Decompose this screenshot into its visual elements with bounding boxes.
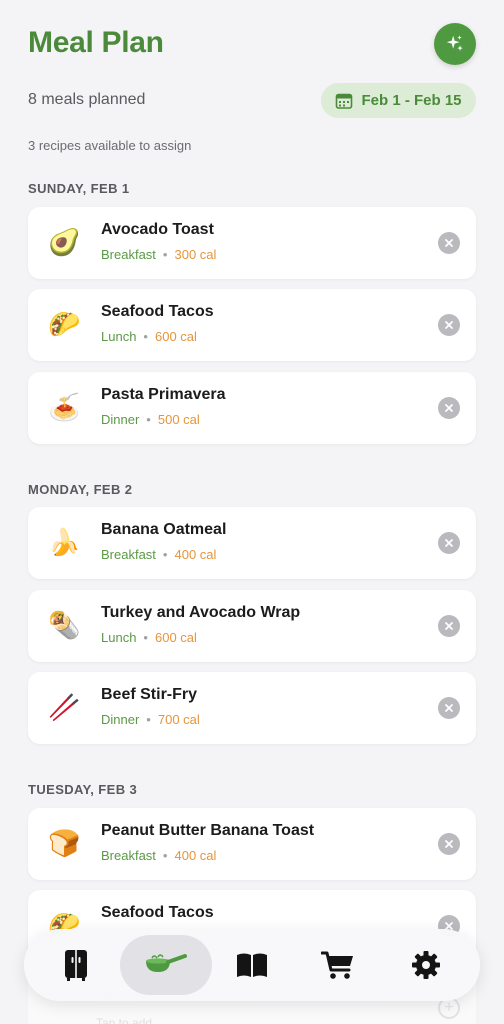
meal-card[interactable]: 🥑 Avocado Toast Breakfast • 300 cal — [28, 207, 476, 279]
calendar-icon — [336, 93, 353, 109]
separator-dot: • — [162, 547, 168, 562]
meal-type: Breakfast — [101, 247, 156, 262]
book-icon — [237, 953, 267, 977]
meal-calories: 600 cal — [154, 630, 197, 645]
separator-dot: • — [162, 247, 168, 262]
taco-icon: 🌮 — [48, 310, 81, 340]
page-title: Meal Plan — [28, 26, 164, 59]
separator-dot: • — [146, 412, 151, 427]
close-icon — [445, 840, 453, 848]
meal-plan-screen: Meal Plan 8 meals planned Feb 1 - Feb 15… — [0, 0, 504, 1024]
meal-type: Dinner — [101, 412, 140, 427]
close-icon — [445, 239, 453, 247]
meal-card[interactable]: 🌮 Seafood Tacos Lunch • 600 cal — [28, 289, 476, 361]
meal-meta: Lunch • 600 cal — [101, 630, 197, 645]
separator-dot: • — [143, 630, 148, 645]
tab-shopping[interactable] — [292, 935, 384, 995]
meal-name: Beef Stir-Fry — [101, 686, 198, 703]
meal-type: Lunch — [101, 329, 137, 344]
meal-card[interactable]: 🍞 Peanut Butter Banana Toast Breakfast • 4… — [28, 808, 476, 880]
close-icon — [445, 622, 453, 630]
day-header-sunday: SUNDAY, FEB 1 — [28, 181, 130, 196]
date-range-label: Feb 1 - Feb 15 — [361, 92, 462, 109]
tab-pantry[interactable] — [30, 935, 122, 995]
banana-icon: 🍌 — [48, 528, 81, 558]
meal-meta: Lunch • 600 cal — [101, 329, 197, 344]
fridge-icon — [65, 950, 87, 981]
close-icon — [445, 704, 453, 712]
meal-name: Pasta Primavera — [101, 386, 226, 403]
remove-meal-button[interactable] — [438, 532, 460, 554]
meal-meta: Breakfast • 400 cal — [101, 848, 216, 863]
meal-name: Banana Oatmeal — [101, 521, 227, 538]
meal-card[interactable]: 🥢 Beef Stir-Fry Dinner • 700 cal — [28, 672, 476, 744]
separator-dot: • — [143, 329, 148, 344]
meal-calories: 400 cal — [174, 848, 217, 863]
meal-meta: Breakfast • 300 cal — [101, 247, 216, 262]
header: Meal Plan — [0, 0, 504, 70]
chopsticks-icon: 🥢 — [48, 693, 81, 723]
close-icon — [445, 321, 453, 329]
pan-icon — [146, 954, 187, 972]
remove-meal-button[interactable] — [438, 615, 460, 637]
meal-type: Breakfast — [101, 547, 156, 562]
remove-meal-button[interactable] — [438, 833, 460, 855]
meal-name: Seafood Tacos — [101, 303, 214, 320]
sparkles-icon — [446, 35, 463, 51]
burrito-icon: 🌯 — [48, 611, 81, 641]
meal-type: Dinner — [101, 712, 140, 727]
meal-calories: 700 cal — [157, 712, 200, 727]
pasta-icon: 🍝 — [48, 393, 81, 423]
meal-calories: 500 cal — [157, 412, 200, 427]
day-header-tuesday: TUESDAY, FEB 3 — [28, 782, 138, 797]
meal-meta: Dinner • 700 cal — [101, 712, 200, 727]
remove-meal-button[interactable] — [438, 314, 460, 336]
meals-planned-count: 8 meals planned — [28, 91, 146, 108]
meal-card[interactable]: 🍝 Pasta Primavera Dinner • 500 cal — [28, 372, 476, 444]
remove-meal-button[interactable] — [438, 697, 460, 719]
day-header-monday: MONDAY, FEB 2 — [28, 482, 133, 497]
tab-settings[interactable] — [380, 935, 472, 995]
remove-meal-button[interactable] — [438, 397, 460, 419]
recipes-available-note: 3 recipes available to assign — [28, 138, 192, 153]
tab-bar — [24, 929, 480, 1001]
cart-icon — [321, 951, 353, 979]
gear-icon — [412, 951, 440, 979]
meal-calories: 600 cal — [154, 329, 197, 344]
meal-calories: 400 cal — [174, 547, 217, 562]
meal-meta: Dinner • 500 cal — [101, 412, 200, 427]
meal-card[interactable]: 🍌 Banana Oatmeal Breakfast • 400 cal — [28, 507, 476, 579]
meal-calories: 300 cal — [174, 247, 217, 262]
slot-hint: Tap to add — [96, 1016, 153, 1024]
close-icon — [445, 539, 453, 547]
date-range-button[interactable]: Feb 1 - Feb 15 — [321, 83, 476, 118]
avocado-icon: 🥑 — [48, 228, 81, 258]
meal-type: Lunch — [101, 630, 137, 645]
remove-meal-button[interactable] — [438, 232, 460, 254]
meal-name: Avocado Toast — [101, 221, 214, 238]
meal-meta: Breakfast • 400 cal — [101, 547, 216, 562]
close-icon — [445, 404, 453, 412]
tab-recipes[interactable] — [206, 935, 298, 995]
bread-icon: 🍞 — [48, 829, 81, 859]
meal-name: Peanut Butter Banana Toast — [101, 822, 315, 839]
meal-card[interactable]: 🌯 Turkey and Avocado Wrap Lunch • 600 cal — [28, 590, 476, 662]
meal-type: Breakfast — [101, 848, 156, 863]
separator-dot: • — [146, 712, 151, 727]
separator-dot: • — [162, 848, 168, 863]
tab-meal-plan[interactable] — [120, 935, 212, 995]
meal-name: Seafood Tacos — [101, 904, 214, 921]
meal-name: Turkey and Avocado Wrap — [101, 604, 301, 621]
magic-plan-button[interactable] — [434, 23, 476, 65]
